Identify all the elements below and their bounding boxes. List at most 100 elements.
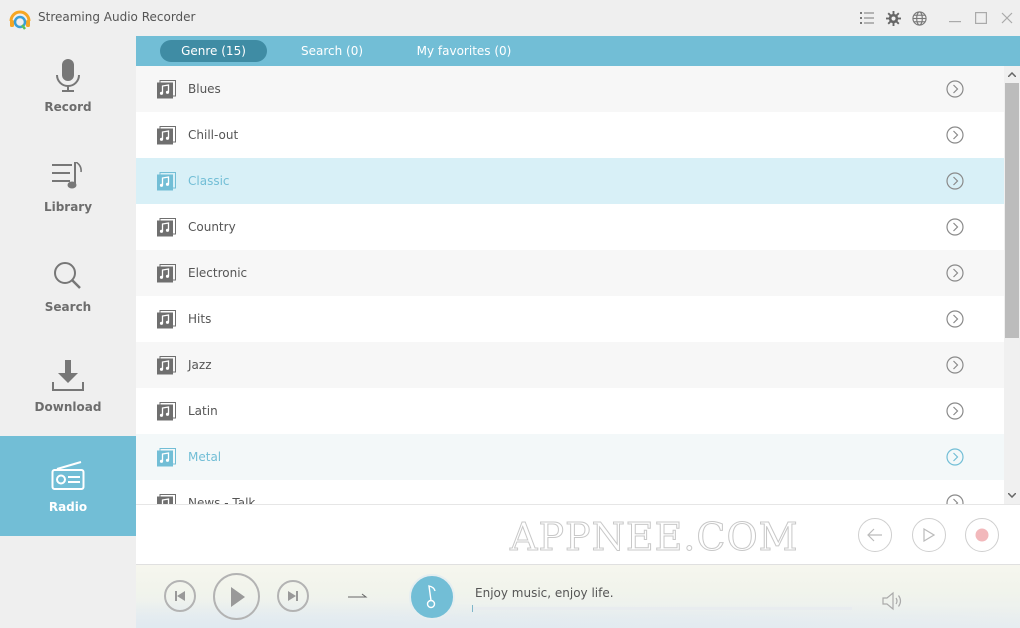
close-button[interactable] xyxy=(994,0,1020,36)
next-button[interactable] xyxy=(277,580,309,612)
record-button[interactable] xyxy=(965,518,999,552)
gear-icon xyxy=(885,10,901,26)
music-note-icon xyxy=(426,585,436,609)
tab-my-favorites[interactable]: My favorites (0) xyxy=(406,40,522,62)
genre-name: Country xyxy=(188,220,236,234)
progress-bar[interactable] xyxy=(472,605,852,612)
genre-name: Chill-out xyxy=(188,128,239,142)
sidebar-item-record[interactable]: Record xyxy=(0,36,136,136)
play-button[interactable] xyxy=(213,573,260,620)
chevron-right-circle-icon[interactable] xyxy=(946,448,964,466)
chevron-right-circle-icon[interactable] xyxy=(946,402,964,420)
chevron-down-icon xyxy=(1008,493,1016,498)
close-icon xyxy=(1001,12,1013,24)
genre-list-scrollbar[interactable] xyxy=(1004,66,1020,504)
genre-row[interactable]: Blues xyxy=(136,66,1004,112)
download-icon xyxy=(52,360,84,391)
radio-tab-bar: Genre (15) Search (0) My favorites (0) xyxy=(136,36,1020,66)
app-logo-icon xyxy=(9,10,31,30)
genre-row[interactable]: Country xyxy=(136,204,1004,250)
sidebar-label: Record xyxy=(44,100,92,114)
genre-name: Electronic xyxy=(188,266,248,280)
sidebar-item-library[interactable]: Library xyxy=(0,136,136,236)
genre-name: Blues xyxy=(188,82,221,96)
record-dot-icon xyxy=(975,528,989,542)
sidebar-item-search[interactable]: Search xyxy=(0,236,136,336)
music-note-icon xyxy=(157,448,176,467)
app-window: Streaming Audio Recorder Record Library … xyxy=(0,0,1020,628)
microphone-icon xyxy=(56,59,80,92)
genre-row[interactable]: Chill-out xyxy=(136,112,1004,158)
radio-icon xyxy=(51,461,85,490)
chevron-up-icon xyxy=(1008,72,1016,77)
genre-list: Blues Chill-out Classic Country Electronic Hi… xyxy=(136,66,1004,504)
globe-icon xyxy=(911,10,927,26)
chevron-right-circle-icon[interactable] xyxy=(946,310,964,328)
sidebar: Record Library Search Download Radio xyxy=(0,36,136,628)
music-note-icon xyxy=(157,494,176,504)
title-bar: Streaming Audio Recorder xyxy=(0,0,1020,36)
genre-name: Latin xyxy=(188,404,218,418)
minimize-icon xyxy=(949,21,961,23)
genre-name: Classic xyxy=(188,174,230,188)
genre-row[interactable]: Hits xyxy=(136,296,1004,342)
tab-search[interactable]: Search (0) xyxy=(286,40,378,62)
music-note-icon xyxy=(157,264,176,283)
sidebar-item-download[interactable]: Download xyxy=(0,336,136,436)
volume-icon[interactable] xyxy=(882,591,904,611)
genre-name: News - Talk xyxy=(188,496,256,504)
genre-row[interactable]: Electronic xyxy=(136,250,1004,296)
genre-row[interactable]: Metal xyxy=(136,434,1004,480)
music-note-icon xyxy=(157,80,176,99)
genre-name: Metal xyxy=(188,450,222,464)
scroll-thumb[interactable] xyxy=(1005,83,1019,338)
maximize-button[interactable] xyxy=(968,0,994,36)
menu-list-icon xyxy=(860,12,874,24)
menu-button[interactable] xyxy=(854,0,880,36)
sidebar-label: Radio xyxy=(48,500,88,514)
action-bar: APPNEE.COM xyxy=(136,504,1020,564)
chevron-right-circle-icon[interactable] xyxy=(946,356,964,374)
sidebar-item-radio[interactable]: Radio xyxy=(0,436,136,536)
genre-row[interactable]: Latin xyxy=(136,388,1004,434)
maximize-icon xyxy=(975,12,987,24)
chevron-right-circle-icon[interactable] xyxy=(946,218,964,236)
watermark-text: APPNEE.COM xyxy=(510,515,799,560)
minimize-button[interactable] xyxy=(942,0,968,36)
sidebar-label: Search xyxy=(44,300,92,314)
skip-next-icon xyxy=(288,591,298,601)
music-note-icon xyxy=(157,218,176,237)
scroll-up-button[interactable] xyxy=(1004,66,1020,83)
music-note-icon xyxy=(157,356,176,375)
chevron-right-circle-icon[interactable] xyxy=(946,126,964,144)
play-outline-icon xyxy=(923,528,935,542)
genre-row[interactable]: Jazz xyxy=(136,342,1004,388)
chevron-right-circle-icon[interactable] xyxy=(946,494,964,504)
previous-button[interactable] xyxy=(164,580,196,612)
music-note-icon xyxy=(157,402,176,421)
play-station-button[interactable] xyxy=(912,518,946,552)
progress-handle[interactable] xyxy=(472,605,473,612)
settings-button[interactable] xyxy=(880,0,906,36)
genre-row[interactable]: News - Talk xyxy=(136,480,1004,504)
now-playing-artwork xyxy=(409,574,455,620)
chevron-right-circle-icon[interactable] xyxy=(946,172,964,190)
arrow-left-icon xyxy=(867,528,882,542)
scroll-down-button[interactable] xyxy=(1004,487,1020,504)
genre-row[interactable]: Classic xyxy=(136,158,1004,204)
sidebar-label: Download xyxy=(34,400,102,414)
chevron-right-circle-icon[interactable] xyxy=(946,264,964,282)
music-note-icon xyxy=(157,172,176,191)
play-order-icon[interactable] xyxy=(348,591,368,601)
music-note-icon xyxy=(157,126,176,145)
music-note-icon xyxy=(157,310,176,329)
language-button[interactable] xyxy=(906,0,932,36)
skip-previous-icon xyxy=(175,591,185,601)
genre-name: Hits xyxy=(188,312,212,326)
play-icon xyxy=(230,586,245,607)
window-title: Streaming Audio Recorder xyxy=(38,10,196,24)
search-icon xyxy=(54,262,81,289)
tab-genre[interactable]: Genre (15) xyxy=(160,40,267,62)
chevron-right-circle-icon[interactable] xyxy=(946,80,964,98)
back-button[interactable] xyxy=(858,518,892,552)
